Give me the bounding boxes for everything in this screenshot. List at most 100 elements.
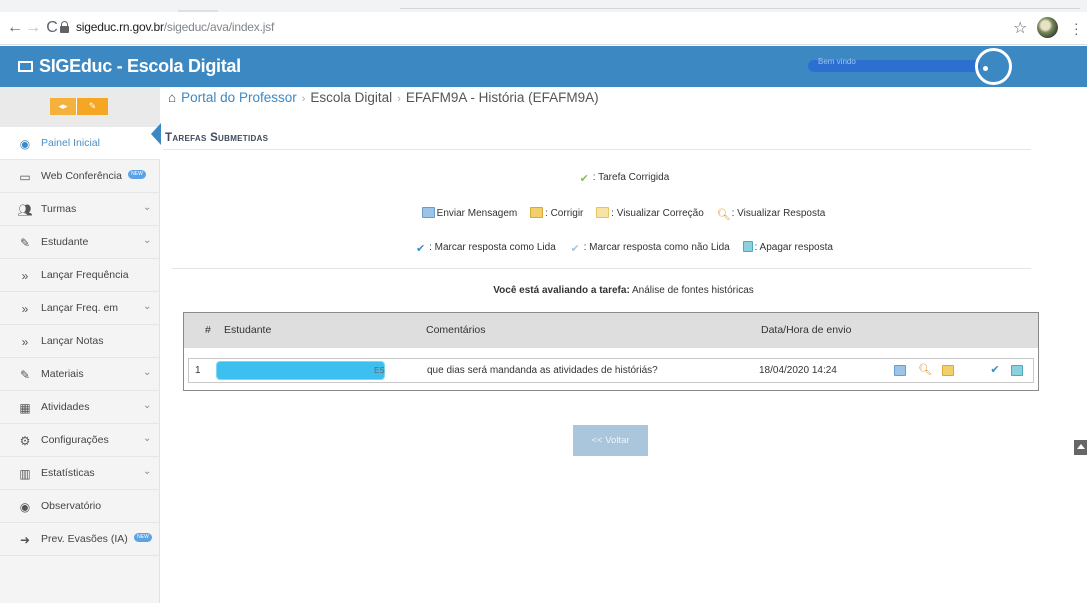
view-correction-icon [596,207,610,218]
brand-logo[interactable]: SIGEduc - Escola Digital [18,56,241,77]
correct-icon[interactable] [942,365,954,376]
sidebar-item-6[interactable]: » Lançar Notas [0,325,160,358]
breadcrumb: ⌂ Portal do Professor › Escola Digital › EFAF… [168,90,599,105]
browser-toolbar: ← → C sigeduc.rn.gov.br/sigeduc/ava/inde… [0,12,1087,45]
monitor-icon [18,61,33,72]
row-actions: 🔍︎ ✔ [894,363,1034,379]
legend-row-3: ✔: Marcar resposta como Lida ✔: Marcar r… [160,241,1087,255]
browser-tabstrip [0,0,1087,12]
sidebar-item-2[interactable]: 👥︎ Turmas ⌄ [0,193,160,226]
check-faint-icon: ✔ [570,243,580,255]
forward-arrow-icon[interactable]: → [24,19,42,37]
edit-icon: ✎ [19,368,31,382]
check-blue-icon: ✔ [415,243,426,255]
correct-icon [530,207,544,218]
sidebar-item-11[interactable]: ◉ Observatório [0,490,160,523]
double-chevron-icon: » [21,269,29,283]
sidebar-item-8[interactable]: ▦ Atividades ⌄ [0,391,160,424]
bar-chart-icon: ▥ [19,467,31,481]
chevron-down-icon: ⌄ [143,433,152,444]
table-row[interactable]: 1 ES que dias será mandanda as atividade… [188,358,1034,383]
new-badge: NEW [128,170,146,179]
breadcrumb-turma: EFAFM9A - História (EFAFM9A) [405,90,599,105]
sidebar-item-label: Prev. Evasões (IA) [41,533,128,545]
eye-icon: ◉ [19,500,31,514]
gears-icon: ⚙ [19,434,31,448]
scroll-top-icon[interactable] [1074,440,1087,455]
comment-text: que dias será mandanda as atividades de … [427,365,658,376]
sidebar-top: ◂▸ ✎ [0,87,160,127]
chevron-down-icon: ⌄ [143,235,152,246]
table-header: # Estudante Comentários Data/Hora de env… [184,313,1038,348]
reload-icon[interactable]: C [43,19,61,37]
sidebar-item-5[interactable]: » Lançar Freq. em ⌄ [0,292,160,325]
legend-enviar: Enviar Mensagem [421,207,517,219]
kebab-menu-icon[interactable]: · · · [1074,16,1079,40]
sidebar-item-3[interactable]: ✎ Estudante ⌄ [0,226,160,259]
legend-visualizar-correcao: : Visualizar Correção [596,207,704,219]
sidebar-toggle-group: ◂▸ ✎ [50,98,108,115]
send-message-icon[interactable] [894,365,906,376]
chevron-down-icon: ⌄ [143,202,152,213]
breadcrumb-escola[interactable]: Escola Digital [310,90,392,105]
welcome-text: Bem vindo [818,57,856,66]
breadcrumb-portal[interactable]: Portal do Professor [181,90,297,105]
sidebar-item-1[interactable]: ▭ Web Conferência NEW [0,160,160,193]
pencil-button[interactable]: ✎ [77,98,108,115]
sidebar-item-10[interactable]: ▥ Estatísticas ⌄ [0,457,160,490]
group-icon: 👥︎ [17,203,33,217]
chevron-down-icon: ⌄ [143,466,152,477]
row-number: 1 [195,365,201,376]
double-chevron-icon: » [21,335,29,349]
th-date: Data/Hora de envio [761,324,852,336]
sidebar-item-7[interactable]: ✎ Materiais ⌄ [0,358,160,391]
monitor-icon: ▭ [19,170,31,184]
th-number: # [205,324,211,336]
home-icon[interactable]: ⌂ [168,90,176,105]
legend-apagar: : Apagar resposta [742,241,833,253]
th-student: Estudante [224,324,272,336]
student-suffix: ES [374,366,385,375]
sidebar-item-12[interactable]: ➜ Prev. Evasões (IA) NEW [0,523,160,556]
sidebar-item-0[interactable]: ◉ Painel Inicial [0,127,160,160]
shortcut-button-1[interactable]: ◂▸ [50,98,77,115]
sidebar-item-4[interactable]: » Lançar Frequência [0,259,160,292]
chevron-down-icon: ⌄ [143,400,152,411]
legend-row-2: Enviar Mensagem : Corrigir : Visualizar … [160,207,1087,221]
sidebar-item-label: Estudante [41,236,89,248]
student-name-redacted [217,362,384,379]
legend-marcar-nao-lida: ✔: Marcar resposta como não Lida [570,242,730,255]
sidebar-item-label: Lançar Frequência [41,269,129,281]
legend-marcar-lida: ✔: Marcar resposta como Lida [415,242,556,255]
trash-icon[interactable] [1011,365,1023,376]
sidebar-item-9[interactable]: ⚙ Configurações ⌄ [0,424,160,457]
double-chevron-icon: » [21,302,29,316]
address-bar[interactable]: sigeduc.rn.gov.br/sigeduc/ava/index.jsf [60,17,1005,40]
chevron-down-icon: ⌄ [143,301,152,312]
back-button[interactable]: << Voltar [573,425,648,456]
legend-row-1: ✔: Tarefa Corrigida [160,172,1087,185]
sidebar-item-label: Observatório [41,500,102,512]
sidebar-item-label: Estatísticas [41,467,95,479]
sidebar-item-label: Web Conferência [41,170,122,182]
bookmark-star-icon[interactable]: ☆ [1013,18,1027,38]
sign-in-icon: ➜ [19,533,31,547]
magnifier-icon[interactable]: 🔍︎ [918,365,932,376]
magnifier-icon: 🔍︎ [716,209,731,221]
check-blue-icon[interactable]: ✔ [989,365,1001,376]
user-avatar[interactable] [975,48,1012,85]
back-arrow-icon[interactable]: ← [6,19,24,37]
sidebar-item-label: Atividades [41,401,90,413]
check-green-icon: ✔ [579,173,589,185]
sidebar: ◂▸ ✎ ◉ Painel Inicial ▭ Web Conferência NEW 👥… [0,87,160,603]
page-title: Tarefas Submetidas [165,132,269,144]
edit-icon: ✎ [19,236,31,250]
profile-avatar[interactable] [1037,17,1058,38]
sidebar-item-label: Turmas [41,203,77,215]
legend-visualizar-resposta: 🔍︎: Visualizar Resposta [716,208,826,221]
url-text: sigeduc.rn.gov.br/sigeduc/ava/index.jsf [76,20,275,34]
task-name: Análise de fontes históricas [632,285,754,296]
submissions-table: # Estudante Comentários Data/Hora de env… [183,312,1039,391]
th-comments: Comentários [426,324,486,336]
legend-corrigir: : Corrigir [530,207,583,219]
